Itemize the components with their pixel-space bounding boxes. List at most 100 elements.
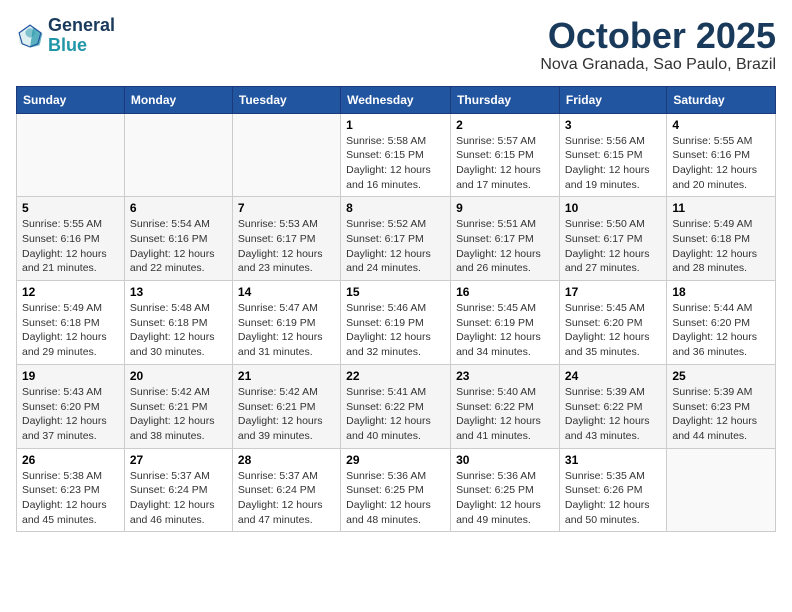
day-info: Sunrise: 5:55 AM Sunset: 6:16 PM Dayligh… xyxy=(672,134,770,193)
calendar-table: SundayMondayTuesdayWednesdayThursdayFrid… xyxy=(16,86,776,533)
day-number: 18 xyxy=(672,285,770,299)
calendar-cell: 8 Sunrise: 5:52 AM Sunset: 6:17 PM Daylig… xyxy=(341,197,451,281)
day-number: 31 xyxy=(565,453,661,467)
day-info: Sunrise: 5:42 AM Sunset: 6:21 PM Dayligh… xyxy=(130,385,227,444)
day-number: 20 xyxy=(130,369,227,383)
calendar-cell: 5 Sunrise: 5:55 AM Sunset: 6:16 PM Daylig… xyxy=(17,197,125,281)
day-number: 11 xyxy=(672,201,770,215)
weekday-header-thursday: Thursday xyxy=(451,86,560,113)
weekday-header-sunday: Sunday xyxy=(17,86,125,113)
day-number: 7 xyxy=(238,201,335,215)
calendar-week-row: 5 Sunrise: 5:55 AM Sunset: 6:16 PM Daylig… xyxy=(17,197,776,281)
calendar-cell: 27 Sunrise: 5:37 AM Sunset: 6:24 PM Dayli… xyxy=(124,448,232,532)
day-number: 9 xyxy=(456,201,554,215)
day-info: Sunrise: 5:45 AM Sunset: 6:19 PM Dayligh… xyxy=(456,301,554,360)
day-number: 23 xyxy=(456,369,554,383)
day-info: Sunrise: 5:39 AM Sunset: 6:23 PM Dayligh… xyxy=(672,385,770,444)
day-number: 12 xyxy=(22,285,119,299)
calendar-cell: 22 Sunrise: 5:41 AM Sunset: 6:22 PM Dayli… xyxy=(341,364,451,448)
day-info: Sunrise: 5:38 AM Sunset: 6:23 PM Dayligh… xyxy=(22,469,119,528)
day-info: Sunrise: 5:44 AM Sunset: 6:20 PM Dayligh… xyxy=(672,301,770,360)
day-info: Sunrise: 5:46 AM Sunset: 6:19 PM Dayligh… xyxy=(346,301,445,360)
day-info: Sunrise: 5:36 AM Sunset: 6:25 PM Dayligh… xyxy=(456,469,554,528)
calendar-cell xyxy=(232,113,340,197)
calendar-cell: 13 Sunrise: 5:48 AM Sunset: 6:18 PM Dayli… xyxy=(124,281,232,365)
day-info: Sunrise: 5:51 AM Sunset: 6:17 PM Dayligh… xyxy=(456,217,554,276)
day-info: Sunrise: 5:42 AM Sunset: 6:21 PM Dayligh… xyxy=(238,385,335,444)
calendar-subtitle: Nova Granada, Sao Paulo, Brazil xyxy=(540,56,776,74)
calendar-cell: 10 Sunrise: 5:50 AM Sunset: 6:17 PM Dayli… xyxy=(559,197,666,281)
day-number: 14 xyxy=(238,285,335,299)
weekday-header-friday: Friday xyxy=(559,86,666,113)
day-info: Sunrise: 5:53 AM Sunset: 6:17 PM Dayligh… xyxy=(238,217,335,276)
day-info: Sunrise: 5:50 AM Sunset: 6:17 PM Dayligh… xyxy=(565,217,661,276)
day-number: 2 xyxy=(456,118,554,132)
calendar-cell: 14 Sunrise: 5:47 AM Sunset: 6:19 PM Dayli… xyxy=(232,281,340,365)
calendar-week-row: 19 Sunrise: 5:43 AM Sunset: 6:20 PM Dayli… xyxy=(17,364,776,448)
day-number: 28 xyxy=(238,453,335,467)
calendar-cell: 31 Sunrise: 5:35 AM Sunset: 6:26 PM Dayli… xyxy=(559,448,666,532)
day-info: Sunrise: 5:55 AM Sunset: 6:16 PM Dayligh… xyxy=(22,217,119,276)
page-header: General Blue October 2025 Nova Granada, … xyxy=(16,16,776,74)
calendar-cell: 6 Sunrise: 5:54 AM Sunset: 6:16 PM Daylig… xyxy=(124,197,232,281)
day-number: 21 xyxy=(238,369,335,383)
day-number: 26 xyxy=(22,453,119,467)
calendar-cell: 25 Sunrise: 5:39 AM Sunset: 6:23 PM Dayli… xyxy=(667,364,776,448)
weekday-header-wednesday: Wednesday xyxy=(341,86,451,113)
day-number: 30 xyxy=(456,453,554,467)
logo-text: General Blue xyxy=(48,16,115,56)
day-number: 22 xyxy=(346,369,445,383)
day-info: Sunrise: 5:49 AM Sunset: 6:18 PM Dayligh… xyxy=(22,301,119,360)
day-info: Sunrise: 5:41 AM Sunset: 6:22 PM Dayligh… xyxy=(346,385,445,444)
calendar-cell: 15 Sunrise: 5:46 AM Sunset: 6:19 PM Dayli… xyxy=(341,281,451,365)
calendar-cell xyxy=(17,113,125,197)
day-number: 17 xyxy=(565,285,661,299)
day-info: Sunrise: 5:56 AM Sunset: 6:15 PM Dayligh… xyxy=(565,134,661,193)
calendar-week-row: 12 Sunrise: 5:49 AM Sunset: 6:18 PM Dayli… xyxy=(17,281,776,365)
day-number: 27 xyxy=(130,453,227,467)
day-number: 10 xyxy=(565,201,661,215)
day-number: 29 xyxy=(346,453,445,467)
day-number: 15 xyxy=(346,285,445,299)
day-number: 19 xyxy=(22,369,119,383)
day-info: Sunrise: 5:48 AM Sunset: 6:18 PM Dayligh… xyxy=(130,301,227,360)
logo-line2: Blue xyxy=(48,36,115,56)
calendar-cell xyxy=(124,113,232,197)
day-info: Sunrise: 5:52 AM Sunset: 6:17 PM Dayligh… xyxy=(346,217,445,276)
calendar-cell: 29Sunrise: 5:36 AM Sunset: 6:25 PM Dayli… xyxy=(341,448,451,532)
day-info: Sunrise: 5:57 AM Sunset: 6:15 PM Dayligh… xyxy=(456,134,554,193)
calendar-cell: 23Sunrise: 5:40 AM Sunset: 6:22 PM Dayli… xyxy=(451,364,560,448)
calendar-cell: 28Sunrise: 5:37 AM Sunset: 6:24 PM Dayli… xyxy=(232,448,340,532)
day-info: Sunrise: 5:49 AM Sunset: 6:18 PM Dayligh… xyxy=(672,217,770,276)
calendar-cell: 12 Sunrise: 5:49 AM Sunset: 6:18 PM Dayli… xyxy=(17,281,125,365)
day-number: 25 xyxy=(672,369,770,383)
day-info: Sunrise: 5:37 AM Sunset: 6:24 PM Dayligh… xyxy=(130,469,227,528)
day-info: Sunrise: 5:35 AM Sunset: 6:26 PM Dayligh… xyxy=(565,469,661,528)
calendar-cell: 20 Sunrise: 5:42 AM Sunset: 6:21 PM Dayli… xyxy=(124,364,232,448)
day-number: 13 xyxy=(130,285,227,299)
day-info: Sunrise: 5:58 AM Sunset: 6:15 PM Dayligh… xyxy=(346,134,445,193)
weekday-header-saturday: Saturday xyxy=(667,86,776,113)
day-number: 4 xyxy=(672,118,770,132)
day-number: 24 xyxy=(565,369,661,383)
day-number: 8 xyxy=(346,201,445,215)
title-block: October 2025 Nova Granada, Sao Paulo, Br… xyxy=(540,16,776,74)
day-info: Sunrise: 5:39 AM Sunset: 6:22 PM Dayligh… xyxy=(565,385,661,444)
calendar-cell: 3Sunrise: 5:56 AM Sunset: 6:15 PM Daylig… xyxy=(559,113,666,197)
calendar-week-row: 26 Sunrise: 5:38 AM Sunset: 6:23 PM Dayli… xyxy=(17,448,776,532)
logo-icon xyxy=(16,22,44,50)
day-info: Sunrise: 5:43 AM Sunset: 6:20 PM Dayligh… xyxy=(22,385,119,444)
calendar-week-row: 1Sunrise: 5:58 AM Sunset: 6:15 PM Daylig… xyxy=(17,113,776,197)
weekday-header-row: SundayMondayTuesdayWednesdayThursdayFrid… xyxy=(17,86,776,113)
day-number: 6 xyxy=(130,201,227,215)
day-info: Sunrise: 5:54 AM Sunset: 6:16 PM Dayligh… xyxy=(130,217,227,276)
calendar-cell: 21 Sunrise: 5:42 AM Sunset: 6:21 PM Dayli… xyxy=(232,364,340,448)
logo-line1: General xyxy=(48,16,115,36)
calendar-cell: 4 Sunrise: 5:55 AM Sunset: 6:16 PM Daylig… xyxy=(667,113,776,197)
calendar-cell xyxy=(667,448,776,532)
day-number: 5 xyxy=(22,201,119,215)
calendar-cell: 2 Sunrise: 5:57 AM Sunset: 6:15 PM Daylig… xyxy=(451,113,560,197)
weekday-header-tuesday: Tuesday xyxy=(232,86,340,113)
calendar-cell: 1Sunrise: 5:58 AM Sunset: 6:15 PM Daylig… xyxy=(341,113,451,197)
day-info: Sunrise: 5:47 AM Sunset: 6:19 PM Dayligh… xyxy=(238,301,335,360)
